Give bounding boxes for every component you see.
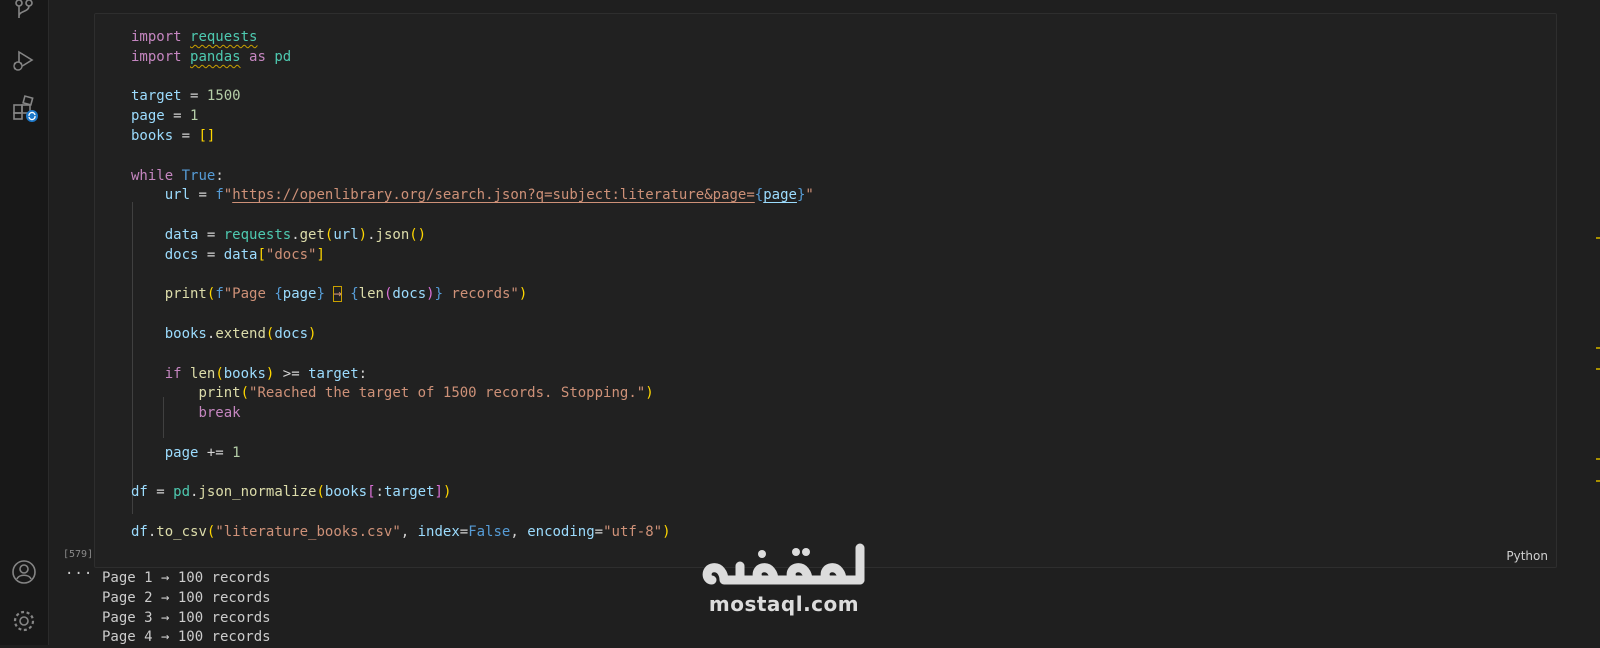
code-line: target = 1500: [131, 88, 241, 105]
code-line: print(f"Page {page} → {len(docs)} record…: [164, 286, 528, 303]
code-line: page = 1: [131, 108, 199, 125]
overview-ruler-mark: [1596, 368, 1600, 370]
output-line: Page 1 → 100 records: [102, 570, 271, 586]
code-line: if len(books) >= target:: [164, 365, 368, 382]
settings-gear-icon[interactable]: [10, 607, 38, 635]
overview-ruler-mark: [1596, 480, 1600, 482]
code-line: data = requests.get(url).json(): [164, 226, 427, 243]
output-text: Page 1 → 100 records Page 2 → 100 record…: [102, 569, 271, 648]
output-line: Page 2 → 100 records: [102, 589, 271, 606]
code-line: import requests: [131, 29, 258, 45]
code-line: df = pd.json_normalize(books[:target]): [131, 484, 452, 501]
output-line: Page 4 → 100 records: [102, 629, 271, 646]
overview-ruler-mark: [1596, 347, 1600, 349]
activity-bar: [0, 0, 49, 645]
code-line: page += 1: [164, 444, 241, 461]
code-line: import pandas as pd: [131, 48, 292, 65]
code-line: books.extend(docs): [164, 325, 317, 342]
output-line: Page 3 → 100 records: [102, 609, 271, 626]
code-line: docs = data["docs"]: [164, 246, 325, 263]
code-line: print("Reached the target of 1500 record…: [198, 385, 654, 402]
mostaql-logo-icon: [702, 543, 865, 585]
execution-count: [579]: [63, 549, 94, 560]
mostaql-watermark: mostaql.com: [700, 540, 868, 618]
code-line: while True:: [131, 167, 224, 184]
code-line: url = f"https://openlibrary.org/search.j…: [164, 187, 814, 204]
account-icon[interactable]: [10, 558, 38, 586]
output-more-icon[interactable]: ···: [65, 566, 93, 582]
code-editor[interactable]: import requests import pandas as pd targ…: [131, 28, 814, 543]
source-control-icon[interactable]: [10, 0, 38, 24]
cell-language-label[interactable]: Python: [1506, 549, 1548, 563]
overview-ruler-mark: [1596, 237, 1600, 239]
code-line: break: [198, 405, 241, 422]
watermark-text: mostaql.com: [708, 592, 860, 616]
extensions-icon[interactable]: [10, 95, 38, 123]
run-debug-icon[interactable]: [10, 46, 38, 74]
overview-ruler-mark: [1596, 458, 1600, 460]
code-cell[interactable]: import requests import pandas as pd targ…: [94, 13, 1557, 568]
code-line: books = []: [131, 127, 216, 144]
